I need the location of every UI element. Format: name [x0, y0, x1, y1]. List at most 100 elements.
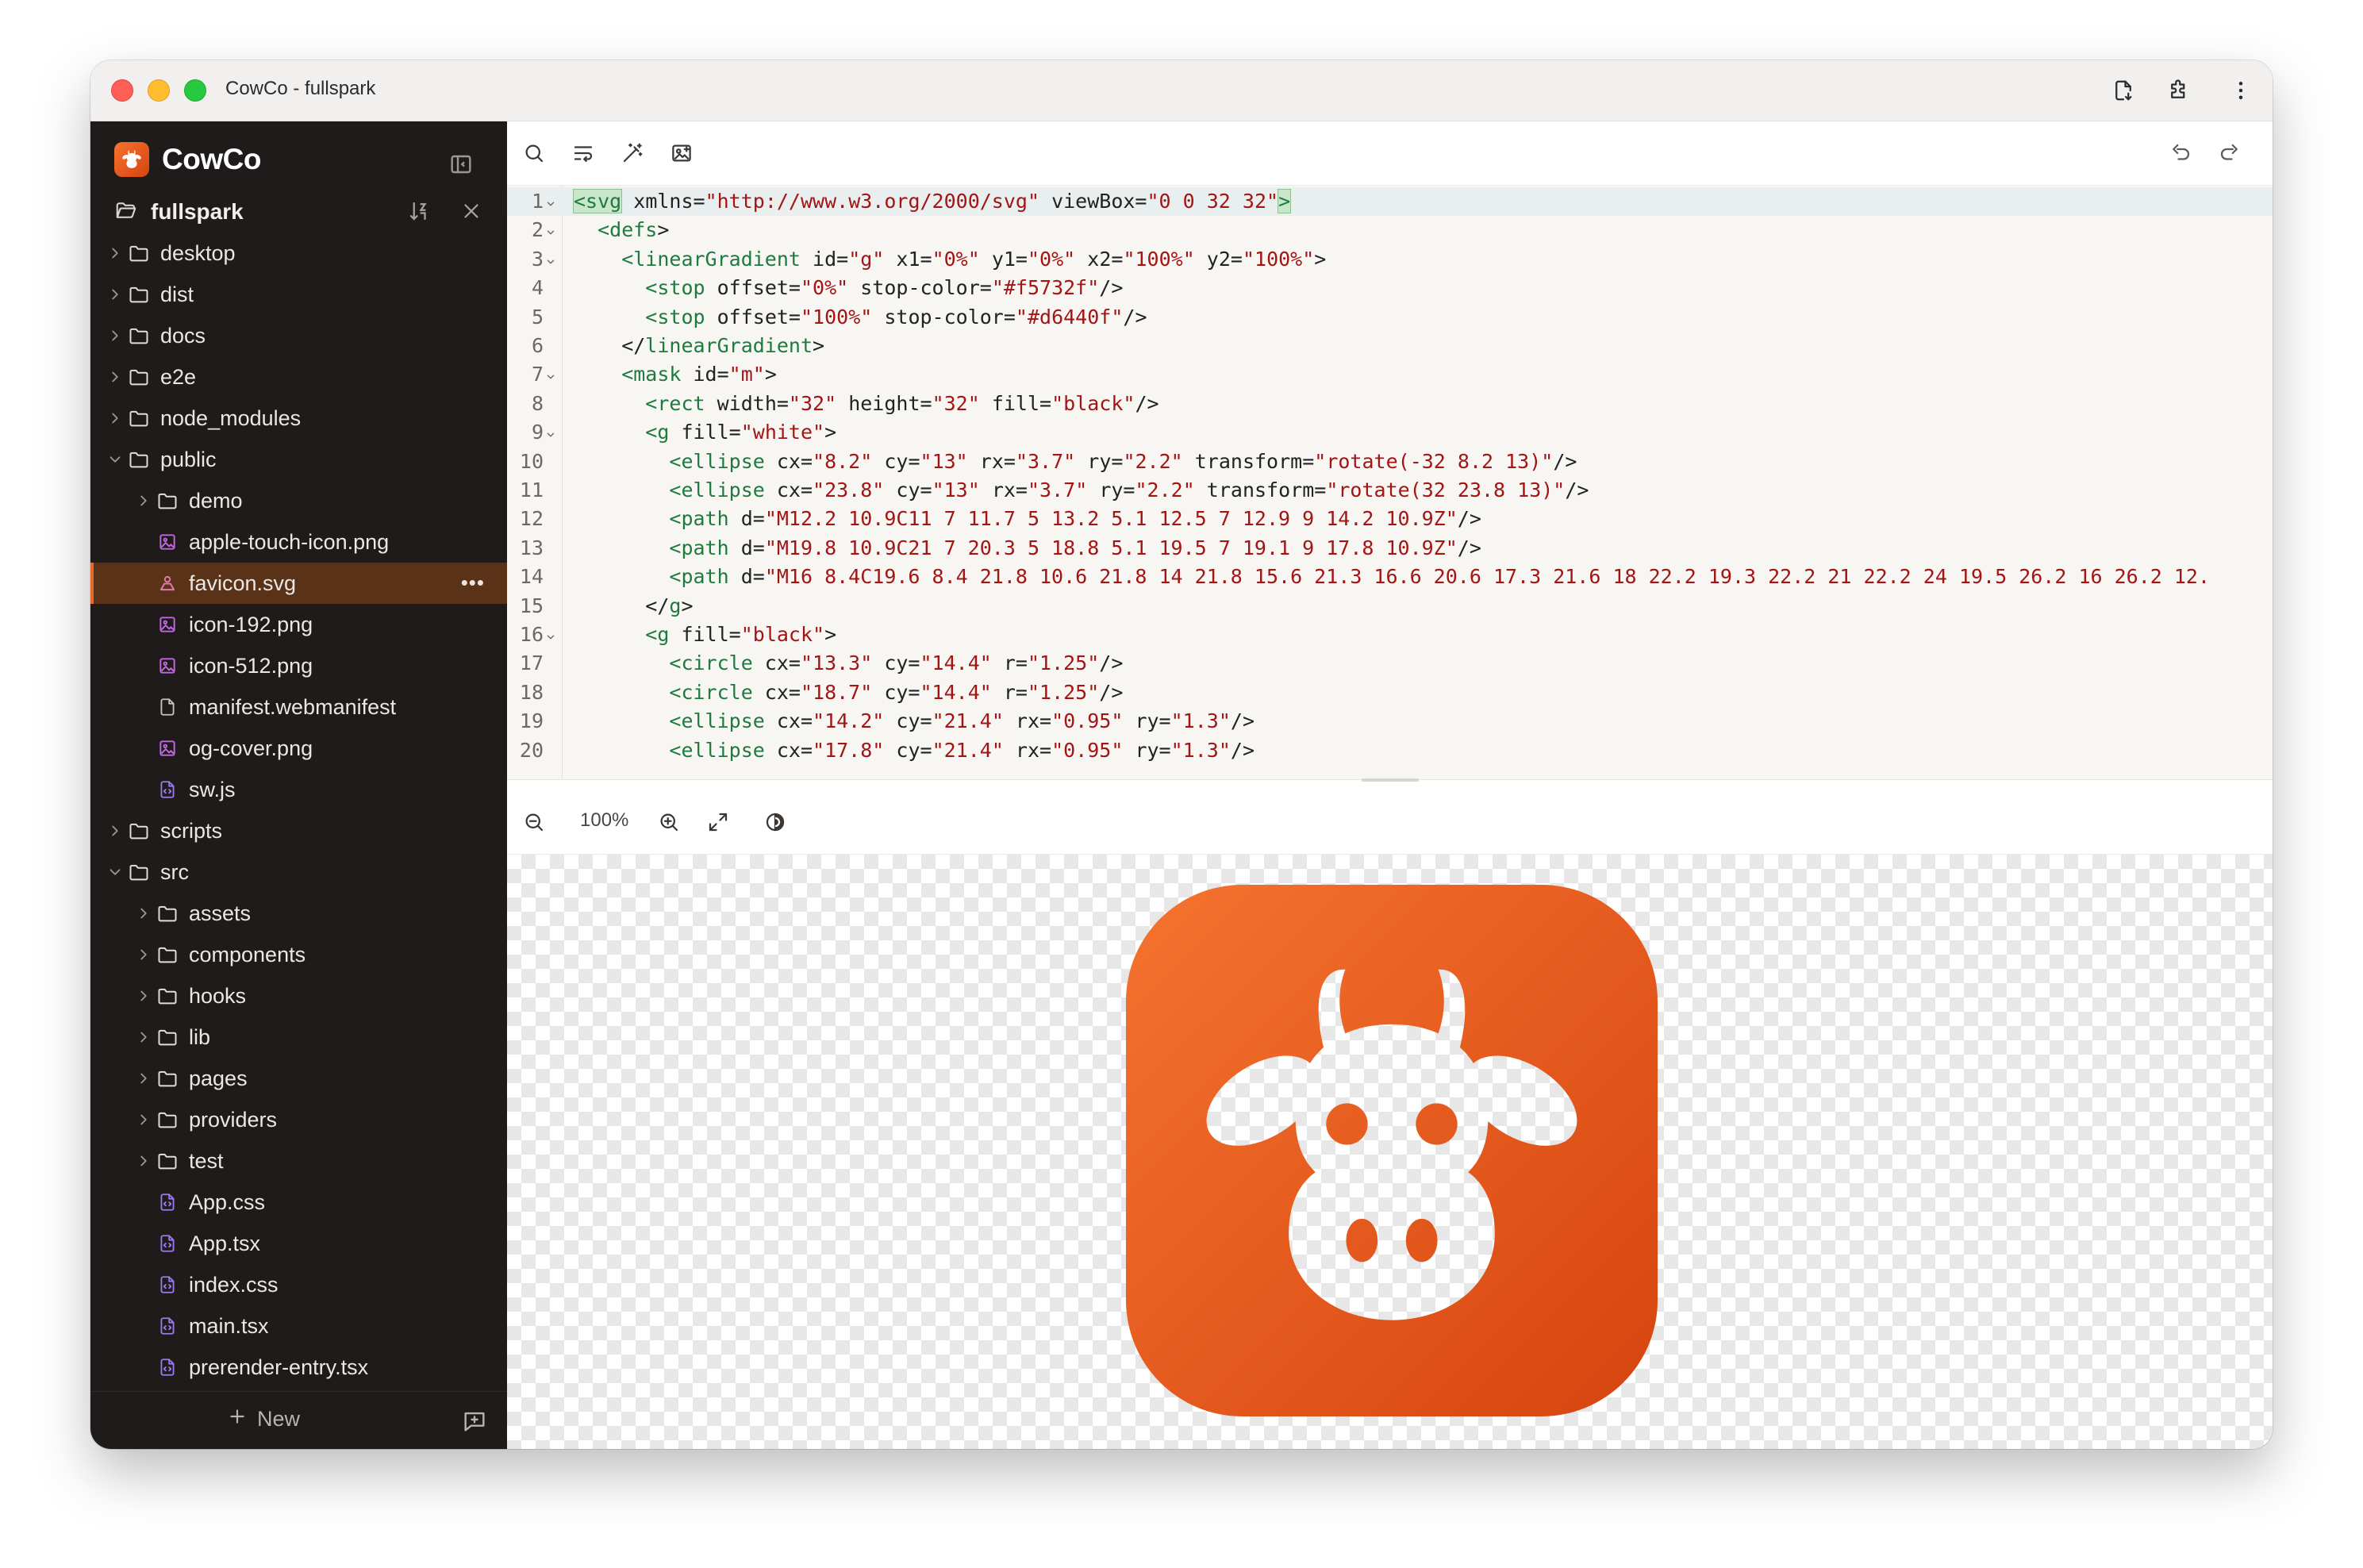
project-header[interactable]: fullspark: [114, 194, 483, 229]
folder-item[interactable]: providers: [90, 1099, 507, 1140]
file-item[interactable]: og-cover.png: [90, 728, 507, 769]
chevron-right-icon[interactable]: [103, 324, 127, 348]
folder-item[interactable]: node_modules: [90, 398, 507, 439]
folder-item[interactable]: docs: [90, 315, 507, 356]
code-line[interactable]: 11 <ellipse cx="23.8" cy="13" rx="3.7" ry…: [507, 476, 2273, 505]
file-item[interactable]: App.tsx: [90, 1223, 507, 1264]
new-button[interactable]: New: [227, 1406, 300, 1432]
code-editor[interactable]: 1 <svg xmlns="http://www.w3.org/2000/svg"…: [507, 186, 2273, 779]
fold-chevron-icon[interactable]: [545, 418, 558, 449]
code-line[interactable]: 1 <svg xmlns="http://www.w3.org/2000/svg"…: [507, 187, 2273, 218]
close-window-button[interactable]: [111, 79, 133, 102]
file-item[interactable]: sw.js: [90, 769, 507, 810]
code-line[interactable]: 14 <path d="M16 8.4C19.6 8.4 21.8 10.6 21…: [507, 563, 2273, 591]
chevron-right-icon[interactable]: [103, 241, 127, 265]
extension-puzzle-icon[interactable]: [2165, 76, 2193, 105]
zoom-in-icon[interactable]: [655, 808, 683, 836]
redo-icon[interactable]: [2215, 139, 2244, 167]
search-icon[interactable]: [520, 139, 548, 167]
code-line[interactable]: 7 <mask id="m">: [507, 360, 2273, 389]
pane-splitter[interactable]: [507, 778, 2273, 791]
file-item[interactable]: App.css: [90, 1182, 507, 1223]
folder-item[interactable]: e2e: [90, 356, 507, 398]
folder-item[interactable]: dist: [90, 274, 507, 315]
code-line[interactable]: 16 <g fill="black">: [507, 621, 2273, 649]
folder-item[interactable]: assets: [90, 893, 507, 934]
splitter-grip[interactable]: [1361, 778, 1419, 782]
tree-item-label: node_modules: [160, 405, 302, 430]
fold-chevron-icon[interactable]: [545, 621, 558, 651]
file-item[interactable]: favicon.svg •••: [90, 563, 507, 604]
chevron-right-icon[interactable]: [103, 282, 127, 306]
code-line[interactable]: 5 <stop offset="100%" stop-color="#d6440f…: [507, 303, 2273, 332]
magic-wand-icon[interactable]: [618, 139, 647, 167]
more-vertical-icon[interactable]: [2227, 76, 2255, 105]
chevron-down-icon[interactable]: [103, 448, 127, 471]
folder-item[interactable]: demo: [90, 480, 507, 521]
code-line[interactable]: 10 <ellipse cx="8.2" cy="13" rx="3.7" ry=…: [507, 448, 2273, 476]
chevron-right-icon[interactable]: [132, 1108, 156, 1132]
close-project-icon[interactable]: [459, 199, 483, 227]
folder-item[interactable]: test: [90, 1140, 507, 1182]
file-item[interactable]: apple-touch-icon.png: [90, 521, 507, 563]
svg-preview: [507, 855, 2273, 1449]
folder-item[interactable]: desktop: [90, 233, 507, 274]
code-line[interactable]: 3 <linearGradient id="g" x1="0%" y1="0%" …: [507, 245, 2273, 274]
chevron-right-icon[interactable]: [132, 1025, 156, 1049]
undo-icon[interactable]: [2166, 139, 2195, 167]
folder-item[interactable]: lib: [90, 1017, 507, 1058]
code-line[interactable]: 17 <circle cx="13.3" cy="14.4" r="1.25"/>: [507, 649, 2273, 678]
code-line[interactable]: 20 <ellipse cx="17.8" cy="21.4" rx="0.95"…: [507, 736, 2273, 765]
chevron-right-icon[interactable]: [132, 1066, 156, 1090]
folder-item[interactable]: scripts: [90, 810, 507, 851]
new-message-icon[interactable]: [461, 1408, 488, 1435]
code-line[interactable]: 6 </linearGradient>: [507, 332, 2273, 360]
zoom-window-button[interactable]: [184, 79, 206, 102]
fold-chevron-icon[interactable]: [545, 245, 558, 276]
chevron-right-icon[interactable]: [132, 1149, 156, 1173]
folder-item[interactable]: hooks: [90, 975, 507, 1017]
file-item[interactable]: main.tsx: [90, 1305, 507, 1347]
code-line[interactable]: 2 <defs>: [507, 216, 2273, 244]
zoom-out-icon[interactable]: [520, 808, 548, 836]
chevron-right-icon[interactable]: [132, 489, 156, 513]
code-line[interactable]: 15 </g>: [507, 592, 2273, 621]
background-toggle-icon[interactable]: [761, 808, 790, 836]
chevron-down-icon[interactable]: [103, 860, 127, 884]
chevron-right-icon[interactable]: [132, 943, 156, 967]
code-text: </linearGradient>: [621, 334, 825, 357]
code-line[interactable]: 19 <ellipse cx="14.2" cy="21.4" rx="0.95"…: [507, 707, 2273, 736]
file-item[interactable]: index.css: [90, 1264, 507, 1305]
folder-item[interactable]: public: [90, 439, 507, 480]
image-edit-icon[interactable]: [667, 139, 696, 167]
chevron-right-icon[interactable]: [103, 406, 127, 430]
document-download-icon[interactable]: [2109, 76, 2138, 105]
file-item[interactable]: icon-512.png: [90, 645, 507, 686]
fit-to-screen-icon[interactable]: [704, 808, 732, 836]
code-line[interactable]: 18 <circle cx="18.7" cy="14.4" r="1.25"/>: [507, 678, 2273, 707]
code-line[interactable]: 13 <path d="M19.8 10.9C21 7 20.3 5 18.8 5…: [507, 534, 2273, 563]
chevron-right-icon[interactable]: [103, 365, 127, 389]
fold-chevron-icon[interactable]: [545, 216, 558, 247]
chevron-right-icon[interactable]: [132, 984, 156, 1008]
code-line[interactable]: 8 <rect width="32" height="32" fill="blac…: [507, 390, 2273, 418]
fold-chevron-icon[interactable]: [545, 360, 558, 391]
chevron-right-icon[interactable]: [132, 901, 156, 925]
folder-item[interactable]: components: [90, 934, 507, 975]
line-number: 18: [519, 680, 544, 704]
minimize-window-button[interactable]: [148, 79, 170, 102]
collapse-sidebar-icon[interactable]: [448, 152, 474, 177]
word-wrap-icon[interactable]: [569, 139, 597, 167]
fold-chevron-icon[interactable]: [545, 187, 558, 218]
file-item[interactable]: manifest.webmanifest: [90, 686, 507, 728]
code-line[interactable]: 4 <stop offset="0%" stop-color="#f5732f"/…: [507, 274, 2273, 302]
sort-icon[interactable]: [407, 199, 431, 227]
folder-item[interactable]: src: [90, 851, 507, 893]
file-item[interactable]: prerender-entry.tsx: [90, 1347, 507, 1388]
chevron-right-icon[interactable]: [103, 819, 127, 843]
folder-item[interactable]: pages: [90, 1058, 507, 1099]
code-line[interactable]: 12 <path d="M12.2 10.9C11 7 11.7 5 13.2 5…: [507, 505, 2273, 533]
file-item[interactable]: icon-192.png: [90, 604, 507, 645]
more-options-icon[interactable]: •••: [461, 571, 485, 595]
code-line[interactable]: 9 <g fill="white">: [507, 418, 2273, 447]
